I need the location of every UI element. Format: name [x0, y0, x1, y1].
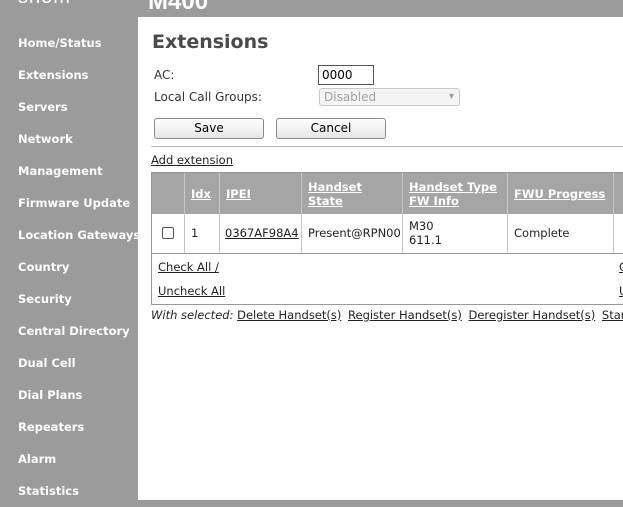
cancel-button[interactable]: Cancel: [276, 118, 386, 139]
nav-country[interactable]: Country: [0, 251, 138, 283]
nav-alarm[interactable]: Alarm: [0, 443, 138, 475]
cell-divider: [219, 214, 220, 253]
nav-servers[interactable]: Servers: [0, 91, 138, 123]
col-fwu-progress[interactable]: FWU Progress: [514, 187, 605, 201]
cell-divider: [613, 214, 614, 253]
cell-fwu-progress: Complete: [514, 226, 570, 240]
footer-right-link[interactable]: C: [619, 260, 623, 274]
nav-extensions[interactable]: Extensions: [0, 59, 138, 91]
local-call-groups-select[interactable]: Disabled ▾: [319, 88, 460, 106]
sidebar: Home/Status Extensions Servers Network M…: [0, 27, 140, 507]
uncheck-all-link[interactable]: Uncheck All: [158, 284, 225, 298]
col-handset-type[interactable]: Handset Type FW Info: [409, 180, 497, 208]
model-title: M400: [148, 0, 209, 15]
header-divider: [507, 173, 508, 214]
ac-label: AC:: [154, 68, 175, 82]
nav-network[interactable]: Network: [0, 123, 138, 155]
col-fw-info-line2: FW Info: [409, 194, 459, 208]
local-call-groups-value: Disabled: [324, 90, 377, 104]
deregister-handsets-link[interactable]: Deregister Handset(s): [469, 308, 596, 322]
col-handset-state-line1: Handset: [308, 180, 362, 194]
add-extension-link[interactable]: Add extension: [151, 153, 233, 167]
ac-input[interactable]: [318, 65, 374, 85]
cell-divider: [507, 214, 508, 253]
col-idx[interactable]: Idx: [191, 187, 211, 201]
divider: [151, 146, 623, 147]
check-all-link[interactable]: Check All /: [158, 260, 219, 274]
with-selected-label: With selected:: [151, 308, 234, 322]
page-title: Extensions: [152, 31, 269, 53]
header-divider: [613, 173, 614, 214]
main-content: Extensions AC: Local Call Groups: Disabl…: [138, 17, 623, 500]
delete-handsets-link[interactable]: Delete Handset(s): [237, 308, 341, 322]
cell-handset-type: M30: [409, 219, 434, 233]
row-checkbox[interactable]: [162, 227, 174, 239]
header-divider: [219, 173, 220, 214]
cell-divider: [184, 214, 185, 253]
cell-handset-state: Present@RPN00: [308, 226, 401, 240]
cell-ipei-link[interactable]: 0367AF98A4: [225, 226, 299, 240]
cell-fw-info: 611.1: [409, 233, 442, 247]
nav-repeaters[interactable]: Repeaters: [0, 411, 138, 443]
table-row: 1 0367AF98A4 Present@RPN00 M30 611.1 Com…: [152, 214, 623, 254]
nav-dial-plans[interactable]: Dial Plans: [0, 379, 138, 411]
local-call-groups-label: Local Call Groups:: [154, 90, 262, 104]
with-selected-actions: With selected: Delete Handset(s) Registe…: [151, 308, 623, 322]
chevron-down-icon: ▾: [448, 91, 454, 102]
start-link[interactable]: Start SI: [602, 308, 623, 322]
nav-dual-cell[interactable]: Dual Cell: [0, 347, 138, 379]
register-handsets-link[interactable]: Register Handset(s): [348, 308, 462, 322]
nav-firmware-update[interactable]: Firmware Update: [0, 187, 138, 219]
col-ipei[interactable]: IPEI: [226, 187, 251, 201]
save-button[interactable]: Save: [154, 118, 264, 139]
brand-logo: snom: [18, 0, 71, 9]
nav-statistics[interactable]: Statistics: [0, 475, 138, 507]
cell-idx: 1: [191, 226, 199, 240]
header-divider: [402, 173, 403, 214]
nav-location-gateways[interactable]: Location Gateways: [0, 219, 140, 251]
table-header: Idx IPEI Handset State Handset Type FW I…: [152, 173, 623, 214]
nav-home-status[interactable]: Home/Status: [0, 27, 138, 59]
footer-right-link[interactable]: U: [619, 284, 623, 298]
col-handset-state-line2: State: [308, 194, 343, 208]
nav-security[interactable]: Security: [0, 283, 138, 315]
cell-divider: [301, 214, 302, 253]
nav-central-directory[interactable]: Central Directory: [0, 315, 138, 347]
nav-management[interactable]: Management: [0, 155, 138, 187]
col-handset-type-line1: Handset Type: [409, 180, 497, 194]
header-divider: [301, 173, 302, 214]
cell-divider: [402, 214, 403, 253]
col-handset-state[interactable]: Handset State: [308, 180, 362, 208]
extensions-table: Idx IPEI Handset State Handset Type FW I…: [151, 172, 623, 305]
header-divider: [184, 173, 185, 214]
